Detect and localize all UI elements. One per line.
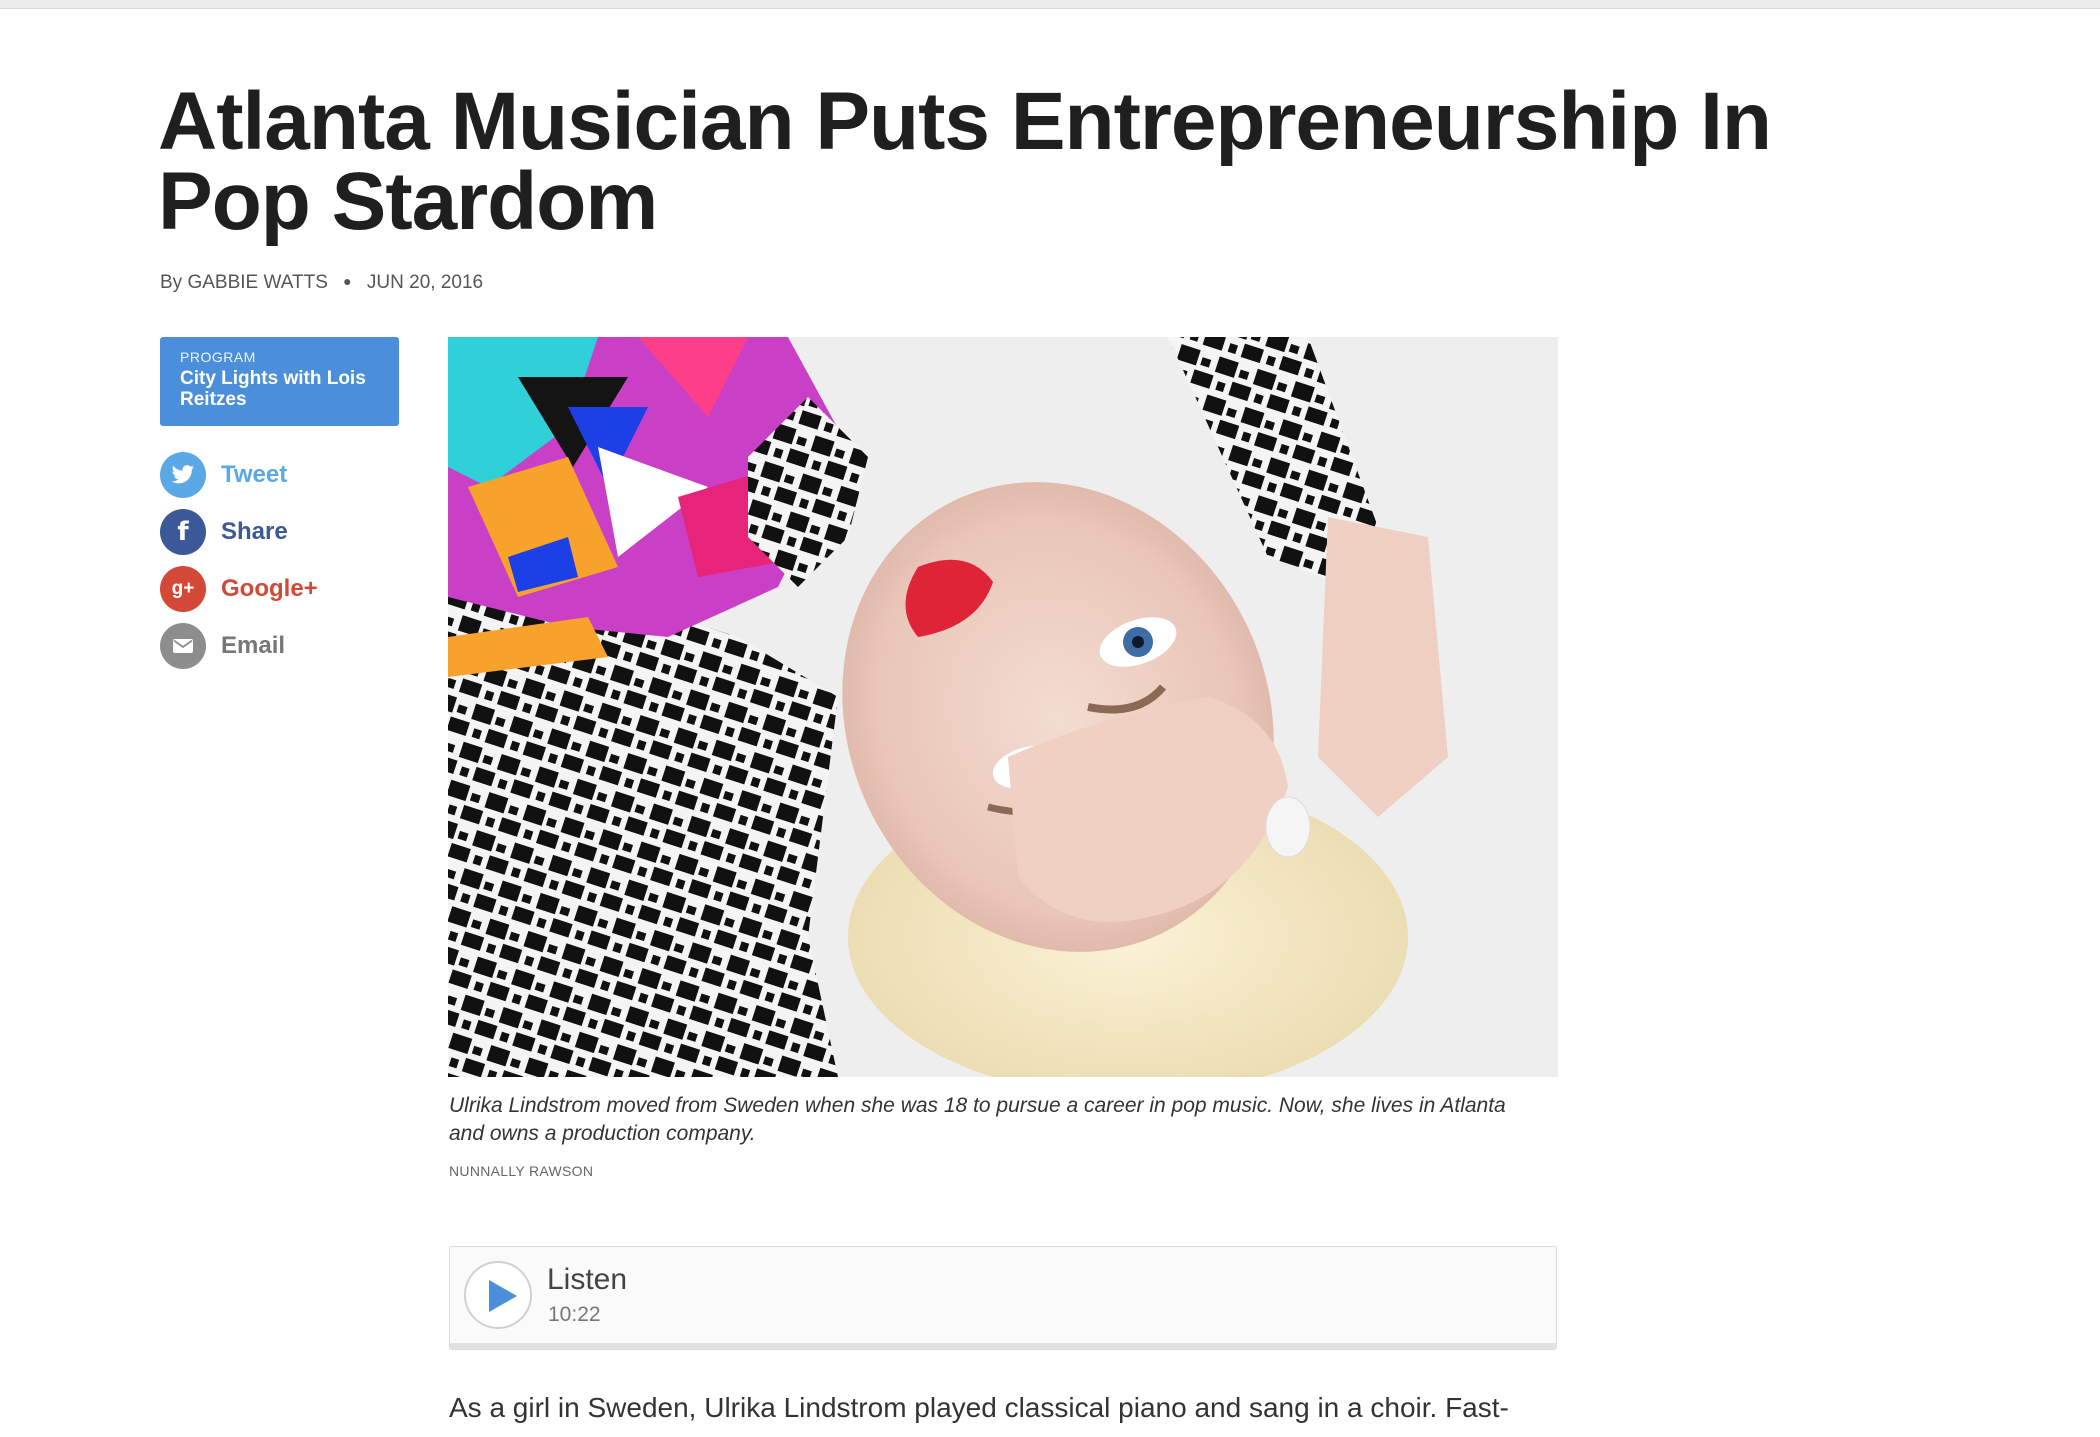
- browser-top-edge: [0, 0, 2100, 9]
- share-label-tweet: Tweet: [221, 461, 288, 488]
- article-headline: Atlanta Musician Puts Entrepreneurship I…: [158, 76, 1772, 247]
- hero-photo: [448, 337, 1558, 1077]
- twitter-icon: [160, 452, 206, 498]
- share-label-facebook: Share: [221, 518, 288, 545]
- google-plus-icon: g+: [160, 566, 206, 612]
- share-tweet-button[interactable]: Tweet: [160, 452, 318, 498]
- share-label-google-plus: Google+: [221, 575, 318, 602]
- article-byline: By GABBIE WATTS ● JUN 20, 2016: [160, 272, 483, 294]
- audio-duration: 10:22: [548, 1303, 601, 1326]
- author-link[interactable]: GABBIE WATTS: [187, 272, 327, 293]
- share-label-email: Email: [221, 632, 286, 659]
- play-button[interactable]: [464, 1261, 532, 1329]
- share-facebook-button[interactable]: f Share: [160, 509, 318, 555]
- email-icon: [160, 623, 206, 669]
- photo-credit: NUNNALLY RAWSON: [449, 1163, 594, 1179]
- byline-prefix: By: [160, 272, 183, 293]
- byline-separator: ●: [343, 273, 352, 289]
- facebook-icon: f: [160, 509, 206, 555]
- audio-player: Listen 10:22: [449, 1246, 1557, 1350]
- progress-track[interactable]: [450, 1343, 1556, 1349]
- program-kicker: PROGRAM: [180, 349, 256, 365]
- program-name: City Lights with Lois Reitzes: [180, 368, 366, 410]
- publish-date: JUN 20, 2016: [366, 272, 484, 293]
- article-body-first-line: As a girl in Sweden, Ulrika Lindstrom pl…: [449, 1392, 1509, 1423]
- program-link[interactable]: PROGRAM City Lights with Lois Reitzes: [160, 337, 399, 426]
- share-list: Tweet f Share g+ Google+ Email: [160, 452, 318, 680]
- listen-label: Listen: [547, 1263, 628, 1296]
- photo-caption: Ulrika Lindstrom moved from Sweden when …: [449, 1094, 1506, 1145]
- share-email-button[interactable]: Email: [160, 623, 318, 669]
- play-icon: [489, 1280, 517, 1312]
- share-google-plus-button[interactable]: g+ Google+: [160, 566, 318, 612]
